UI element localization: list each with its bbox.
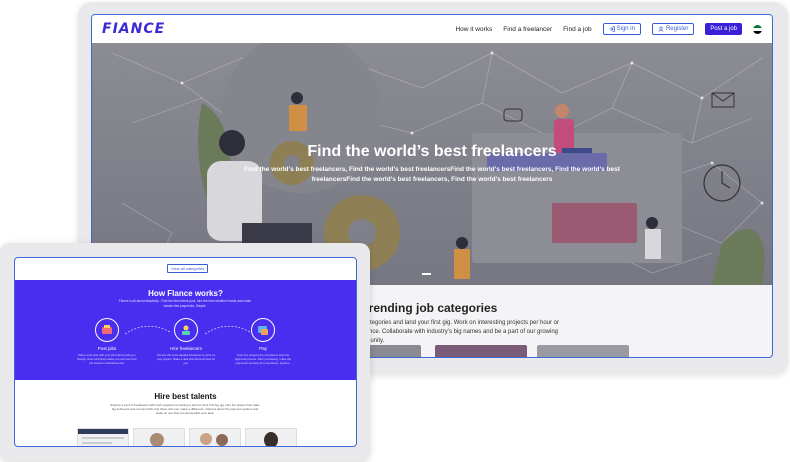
step-title: Post jobs bbox=[97, 346, 117, 351]
sign-in-icon bbox=[609, 26, 615, 32]
hire-title: Hire best talents bbox=[154, 392, 217, 401]
showcase-stage: FIANCE How it works Find a freelancer Fi… bbox=[0, 0, 790, 462]
how-subtitle: Flance is all about simplicity - Find th… bbox=[118, 299, 252, 308]
payment-icon bbox=[251, 318, 275, 342]
post-job-icon bbox=[95, 318, 119, 342]
talent-card[interactable] bbox=[77, 428, 129, 446]
sign-in-button[interactable]: Sign in bbox=[602, 23, 641, 35]
carousel-indicators[interactable] bbox=[422, 273, 431, 275]
site-logo[interactable]: FIANCE bbox=[102, 21, 165, 37]
hero-title: Find the world’s best freelancers bbox=[307, 143, 557, 160]
category-card[interactable] bbox=[537, 345, 629, 357]
category-card[interactable] bbox=[435, 345, 527, 357]
nav-links: How it works Find a freelancer Find a jo… bbox=[455, 23, 762, 35]
how-it-works-section: How Flance works? Flance is all about si… bbox=[15, 280, 356, 380]
step-title: Hire freelancers bbox=[170, 346, 202, 351]
hire-subtitle: Explore a pool of freelancers with work … bbox=[110, 403, 260, 416]
how-title: How Flance works? bbox=[148, 289, 223, 298]
step-post-jobs: Post jobs Place a job post with your job… bbox=[77, 318, 137, 365]
carousel-dot[interactable] bbox=[422, 273, 431, 275]
view-all-categories-button[interactable]: View all categories bbox=[167, 264, 209, 273]
hero-subtitle: Find the world’s best freelancers, Find … bbox=[244, 166, 620, 183]
trending-title: Trending job categories bbox=[362, 301, 498, 315]
talent-card[interactable] bbox=[245, 428, 297, 446]
user-icon bbox=[658, 26, 664, 32]
language-flag-icon[interactable] bbox=[753, 24, 762, 34]
tablet-screen: View all categories How Flance works? Fl… bbox=[14, 257, 357, 447]
step-title: Pay bbox=[259, 346, 267, 351]
step-description: Place a job post with your job brand pos… bbox=[77, 353, 137, 365]
step-description: Choose the most capable freelancer to wo… bbox=[156, 353, 216, 365]
step-description: Once the projects are completed, start t… bbox=[235, 353, 291, 365]
sign-in-label: Sign in bbox=[616, 26, 635, 32]
top-navbar: FIANCE How it works Find a freelancer Fi… bbox=[92, 15, 772, 43]
trending-description: job categories and land your first gig. … bbox=[354, 320, 559, 344]
nav-link-how-it-works[interactable]: How it works bbox=[455, 26, 492, 33]
hire-icon bbox=[174, 318, 198, 342]
register-button[interactable]: Register bbox=[651, 23, 695, 35]
nav-link-find-job[interactable]: Find a job bbox=[563, 26, 592, 33]
post-job-button[interactable]: Post a job bbox=[705, 23, 742, 35]
step-hire-freelancers: Hire freelancers Choose the most capable… bbox=[156, 318, 216, 365]
register-label: Register bbox=[665, 26, 689, 32]
talent-card[interactable] bbox=[133, 428, 185, 446]
step-pay: Pay Once the projects are completed, sta… bbox=[233, 318, 293, 365]
nav-link-find-freelancer[interactable]: Find a freelancer bbox=[503, 26, 552, 33]
talent-card[interactable] bbox=[189, 428, 241, 446]
